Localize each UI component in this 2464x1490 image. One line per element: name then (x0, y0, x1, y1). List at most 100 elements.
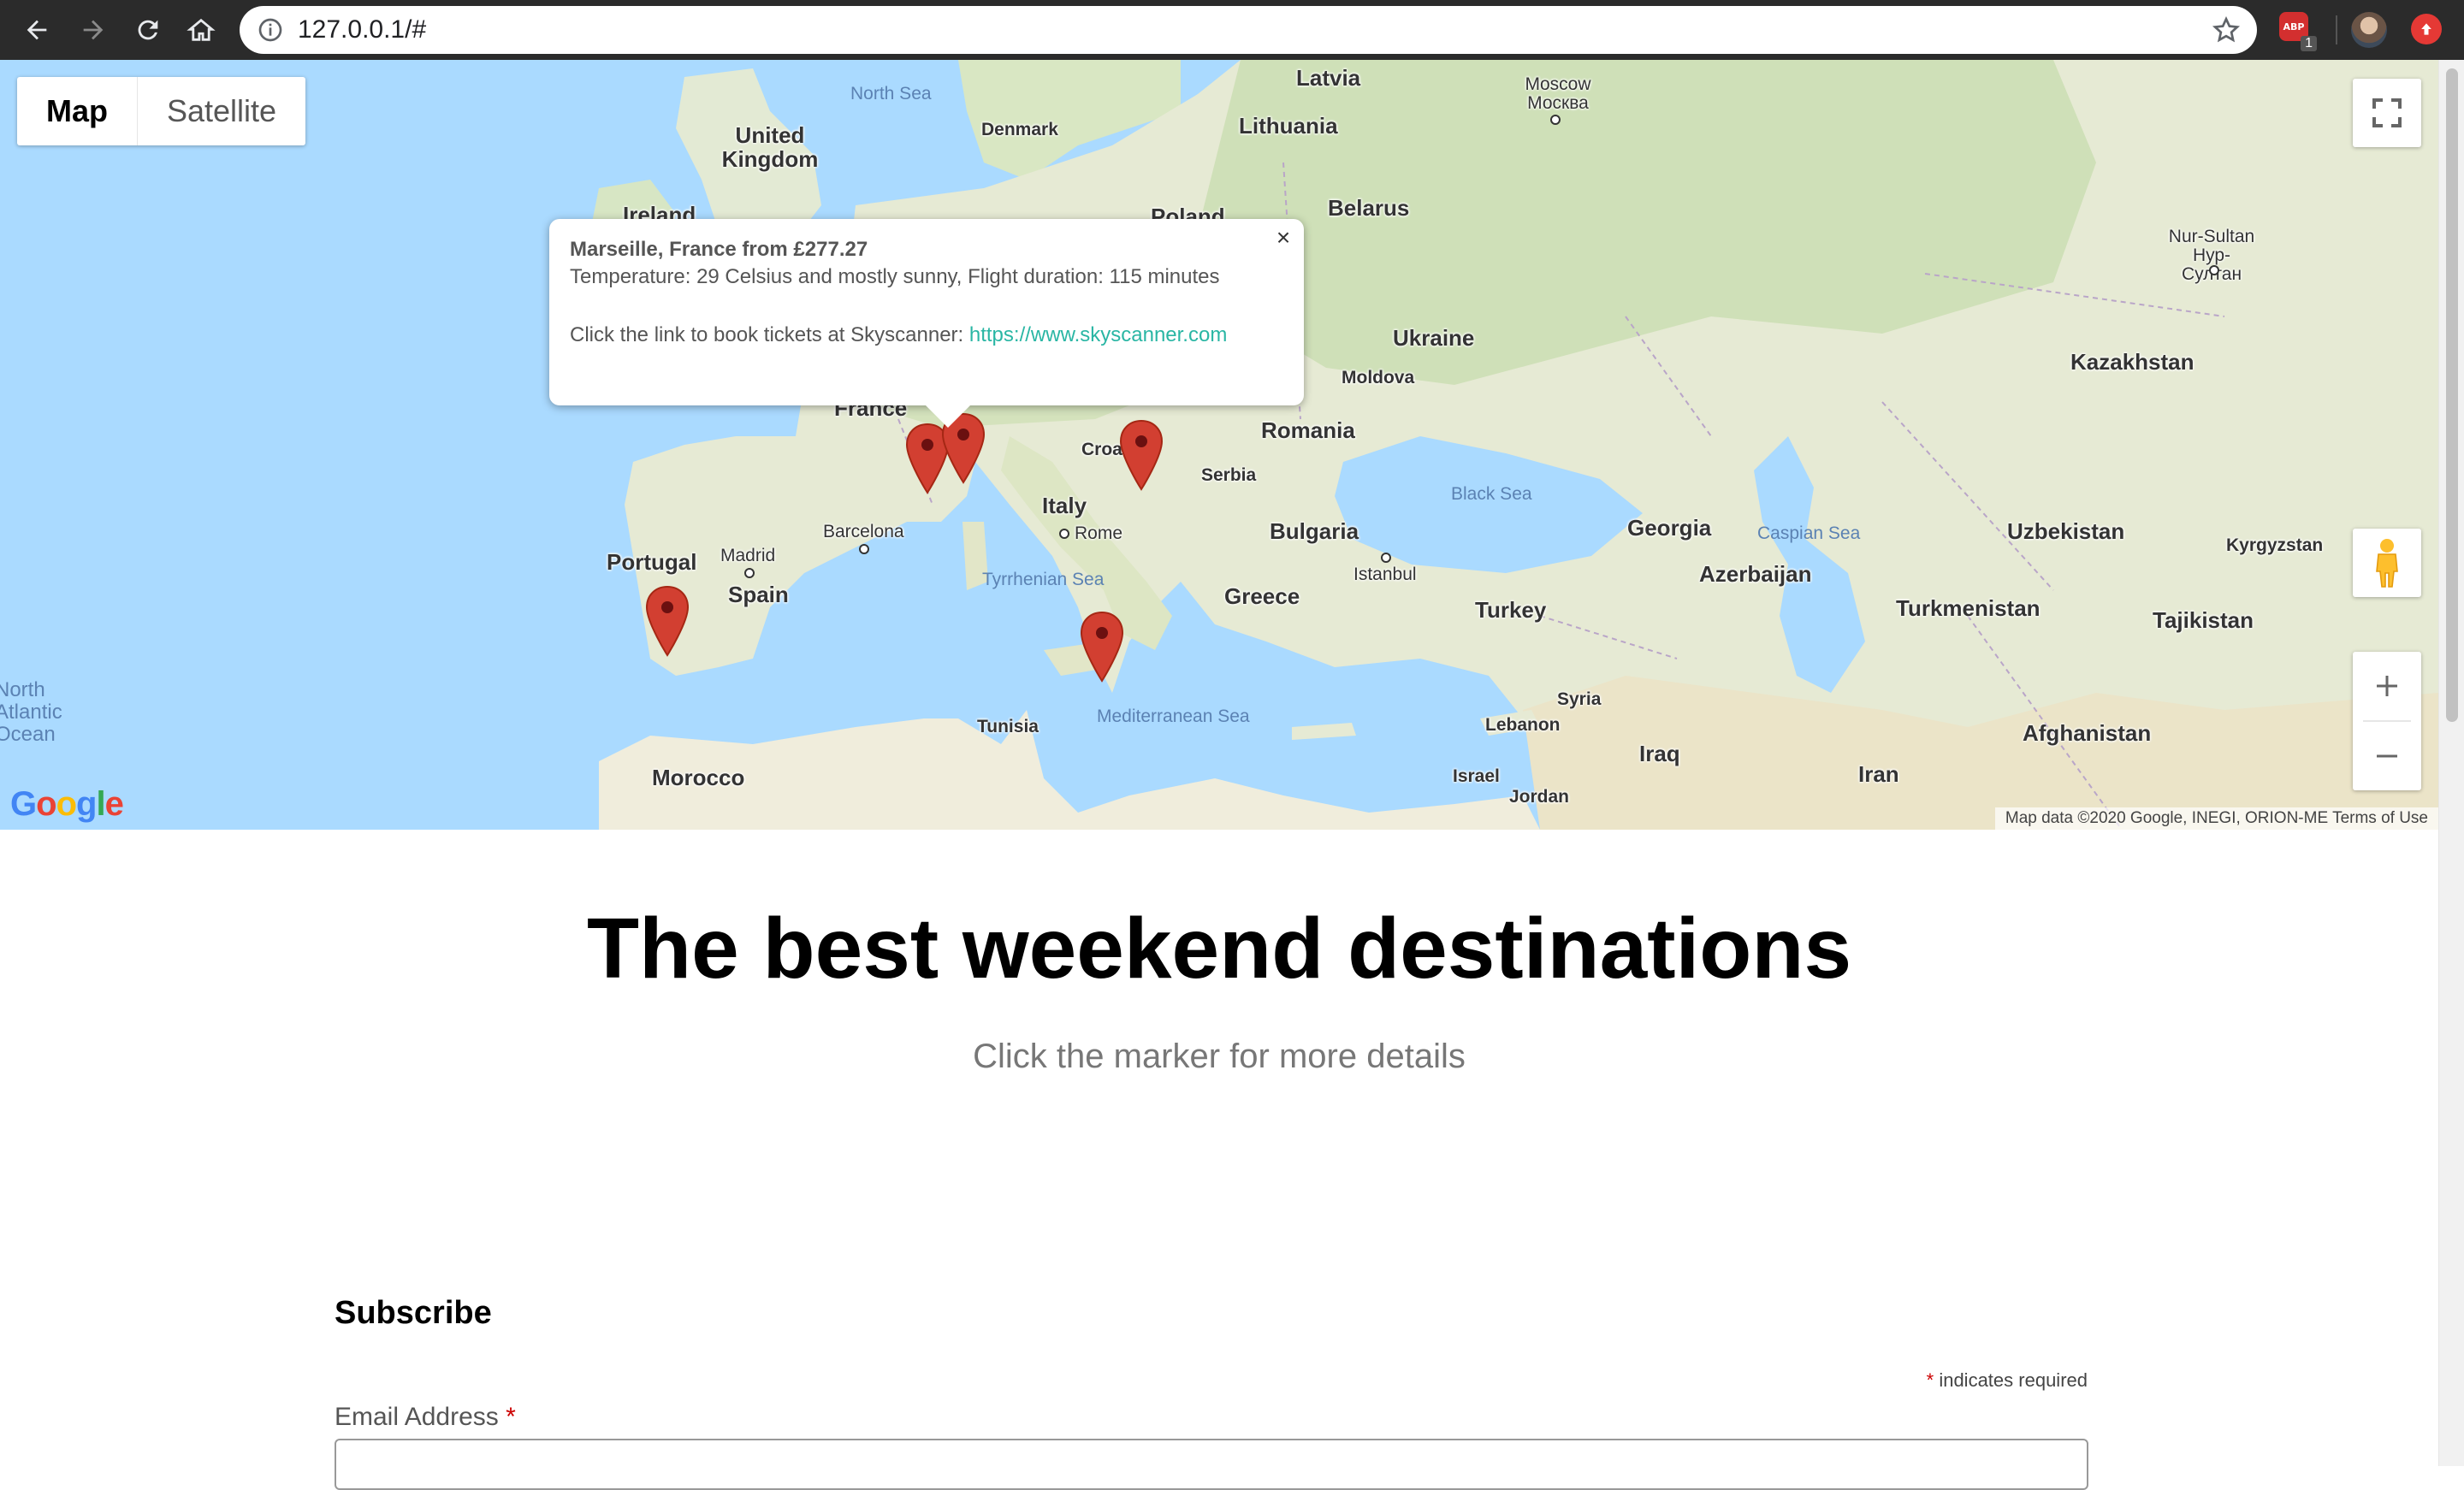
skyscanner-link[interactable]: https://www.skyscanner.com (969, 323, 1227, 346)
required-asterisk: * (1926, 1369, 1934, 1391)
marker-info-window: × Marseille, France from £277.27 Tempera… (549, 219, 1304, 428)
required-note: * indicates required (1831, 1369, 2088, 1392)
map-label-latvia: Latvia (1296, 65, 1361, 91)
map-label-afghanistan: Afghanistan (2023, 720, 2152, 746)
city-dot-moscow (1550, 115, 1561, 125)
page-scrollbar[interactable] (2438, 60, 2464, 1466)
map-label-croatia: Croa (1081, 440, 1122, 459)
zoom-in-button[interactable] (2353, 652, 2421, 720)
map-label-moscow: Moscow Москва (1525, 74, 1591, 113)
zoom-out-icon (2377, 754, 2397, 758)
adblock-extension-button[interactable]: ABP 1 (2279, 12, 2317, 51)
zoom-control (2353, 652, 2421, 790)
city-dot-istanbul (1381, 553, 1391, 563)
street-view-button[interactable] (2353, 529, 2421, 597)
map-label-belarus: Belarus (1328, 195, 1410, 221)
forward-button[interactable] (72, 9, 115, 51)
map-label-nur-sultan: Nur-Sultan Нур-Султан (2168, 227, 2255, 284)
adblock-count-badge: 1 (2301, 36, 2317, 51)
city-dot-nur-sultan (2209, 265, 2219, 275)
subscribe-heading: Subscribe (335, 1295, 492, 1331)
map-type-map-button[interactable]: Map (17, 77, 138, 145)
info-window-details: Temperature: 29 Celsius and mostly sunny… (570, 265, 1220, 288)
pegman-icon (2376, 539, 2398, 588)
forward-icon (83, 20, 104, 40)
map-label-morocco: Morocco (652, 765, 745, 790)
marker-icon[interactable] (1119, 419, 1164, 491)
booking-prompt: Click the link to book tickets at Skysca… (570, 323, 969, 346)
email-required-asterisk: * (506, 1403, 516, 1431)
reload-button[interactable] (127, 9, 169, 51)
map-label-rome: Rome (1075, 523, 1123, 543)
scrollbar-thumb[interactable] (2446, 68, 2458, 722)
marker-icon[interactable] (645, 585, 690, 657)
map-label-italy: Italy (1042, 493, 1087, 518)
map-label-madrid: Madrid (720, 546, 776, 565)
email-field[interactable] (335, 1439, 2088, 1490)
back-button[interactable] (15, 9, 58, 51)
map-label-israel: Israel (1453, 766, 1500, 786)
map-label-iraq: Iraq (1639, 741, 1680, 766)
map-label-portugal: Portugal (607, 549, 697, 575)
map-label-turkey: Turkey (1475, 597, 1547, 623)
reload-icon (138, 20, 158, 40)
map-label-united-kingdom: United Kingdom (721, 122, 819, 172)
city-dot-rome (1059, 529, 1069, 539)
map-label-bulgaria: Bulgaria (1270, 518, 1359, 544)
map-label-kyrgyzstan: Kyrgyzstan (2226, 535, 2324, 555)
map-label-uzbekistan: Uzbekistan (2007, 518, 2125, 544)
zoom-in-icon (2377, 676, 2397, 696)
map-label-georgia: Georgia (1627, 515, 1712, 541)
star-icon[interactable] (2211, 15, 2242, 45)
page-subtitle: Click the marker for more details (973, 1038, 1466, 1075)
page-title: The best weekend destinations (586, 901, 1852, 996)
city-dot-barcelona (859, 544, 869, 554)
map-label-tajikistan: Tajikistan (2153, 607, 2254, 633)
browser-toolbar: 127.0.0.1/# ABP 1 (0, 0, 2464, 60)
map-canvas[interactable]: Latvia Lithuania Belarus Poland United K… (0, 60, 2438, 830)
map-label-jordan: Jordan (1509, 787, 1570, 807)
map-type-control: Map Satellite (17, 77, 306, 145)
google-logo[interactable]: Google (10, 785, 124, 824)
map-label-black-sea: Black Sea (1451, 484, 1532, 504)
map-label-lithuania: Lithuania (1239, 113, 1338, 139)
city-dot-madrid (744, 568, 755, 578)
map-label-barcelona: Barcelona (823, 522, 904, 541)
email-label-text: Email Address (335, 1403, 499, 1431)
address-bar[interactable]: 127.0.0.1/# (240, 6, 2257, 54)
marker-icon[interactable] (1080, 611, 1124, 683)
map-label-north-atlantic-ocean: North Atlantic Ocean (0, 678, 62, 746)
map-label-mediterranean-sea: Mediterranean Sea (1097, 707, 1250, 726)
map-label-ukraine: Ukraine (1393, 325, 1475, 351)
back-icon (27, 20, 47, 40)
map-label-spain: Spain (728, 582, 789, 607)
map-label-serbia: Serbia (1201, 465, 1257, 485)
info-icon[interactable] (257, 16, 284, 44)
info-window-title: Marseille, France from £277.27 (570, 238, 868, 261)
map-label-caspian-sea: Caspian Sea (1757, 523, 1861, 543)
zoom-out-button[interactable] (2353, 722, 2421, 790)
close-icon[interactable]: × (1268, 222, 1299, 253)
map-label-turkmenistan: Turkmenistan (1896, 595, 2040, 621)
home-button[interactable] (180, 9, 222, 51)
map-label-denmark: Denmark (981, 120, 1058, 139)
toolbar-divider (2336, 15, 2337, 44)
profile-avatar[interactable] (2351, 12, 2387, 48)
required-note-text: indicates required (1939, 1369, 2088, 1391)
map-type-satellite-button[interactable]: Satellite (138, 77, 305, 145)
map-attribution[interactable]: Map data ©2020 Google, INEGI, ORION-ME T… (1994, 807, 2438, 830)
map-label-istanbul: Istanbul (1353, 565, 1417, 584)
map-label-moldova: Moldova (1342, 368, 1415, 387)
fullscreen-button[interactable] (2353, 79, 2421, 147)
map-label-iran: Iran (1858, 761, 1899, 787)
map-label-azerbaijan: Azerbaijan (1699, 561, 1812, 587)
update-extension-button[interactable] (2411, 14, 2442, 44)
email-label: Email Address * (335, 1403, 516, 1432)
arrow-up-icon (2421, 23, 2431, 35)
map-label-tunisia: Tunisia (977, 717, 1039, 736)
map-label-romania: Romania (1261, 417, 1355, 443)
fullscreen-icon (2372, 98, 2402, 127)
map-label-lebanon: Lebanon (1485, 715, 1561, 735)
map-label-north-sea: North Sea (850, 84, 932, 103)
url-text[interactable]: 127.0.0.1/# (298, 15, 426, 44)
